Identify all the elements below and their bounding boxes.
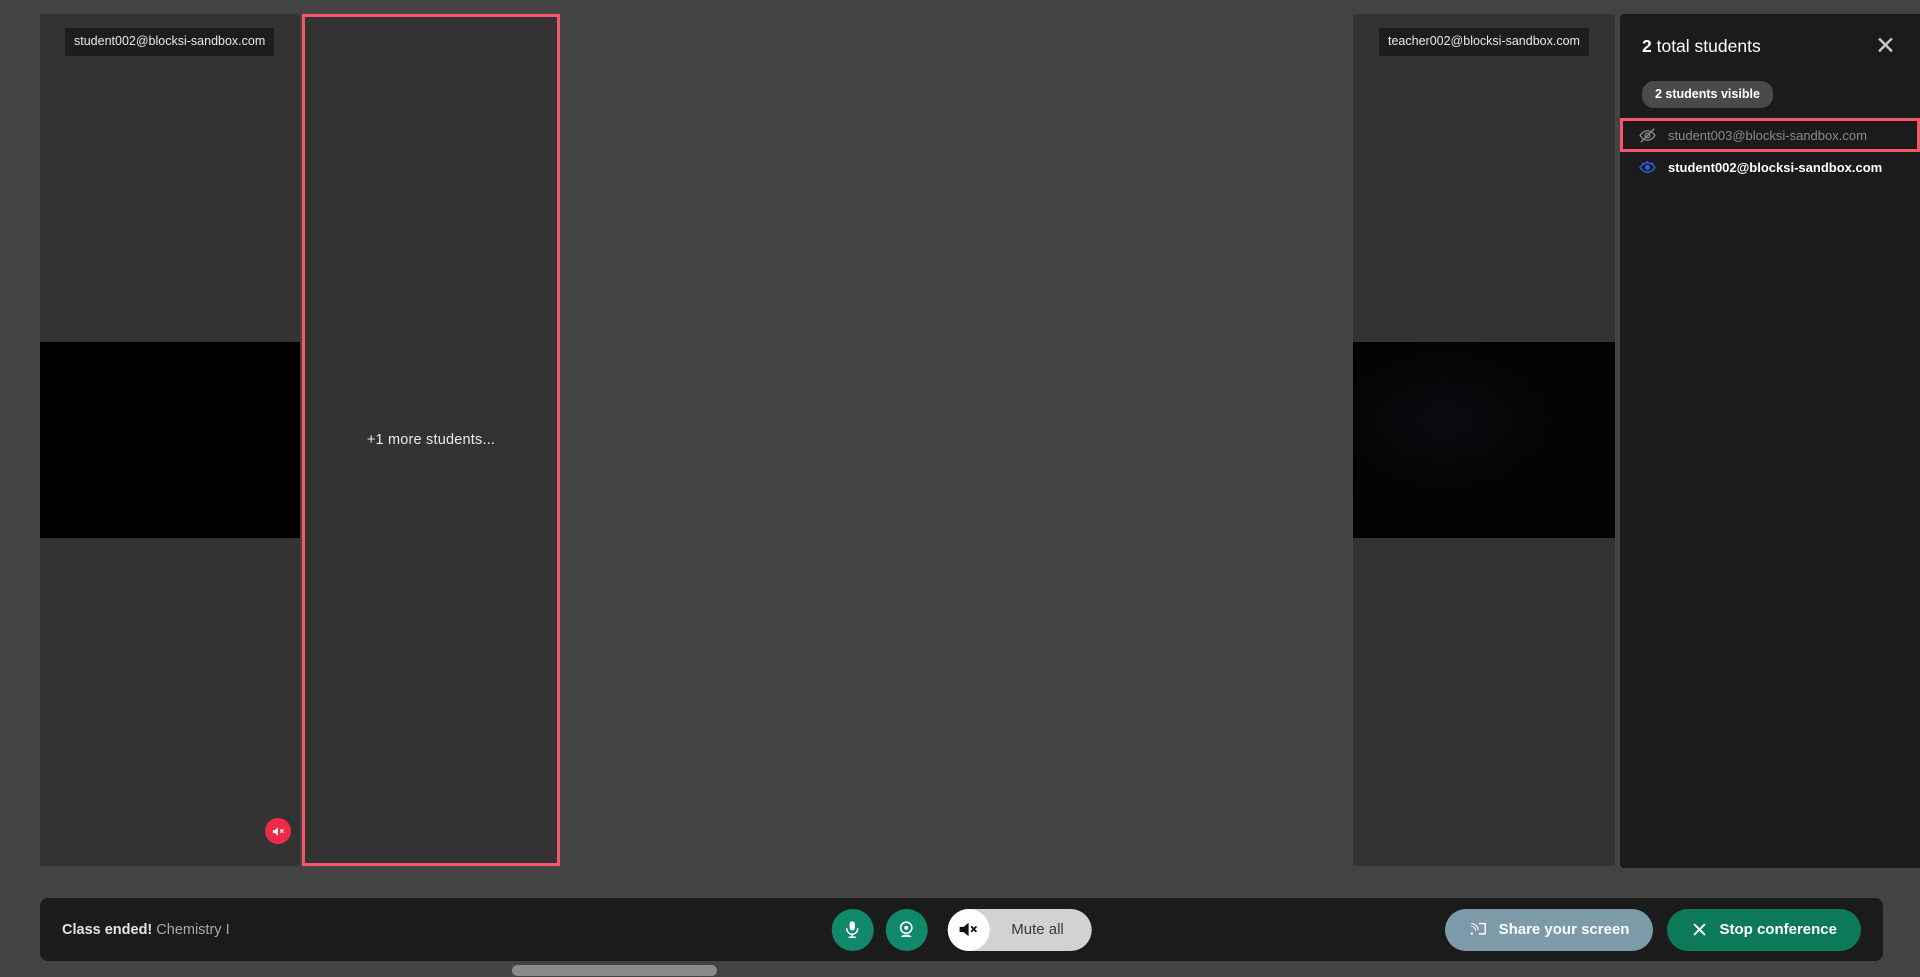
eye-off-icon[interactable]	[1638, 126, 1657, 145]
class-status: Class ended! Chemistry I	[62, 922, 230, 938]
student-email: student003@blocksi-sandbox.com	[1668, 127, 1867, 143]
students-panel-title: 2 total students	[1642, 36, 1761, 57]
list-item-student002[interactable]: student002@blocksi-sandbox.com	[1620, 152, 1920, 183]
screencast-icon	[1470, 922, 1486, 935]
session-controls: Share your screen Stop conference	[1444, 908, 1861, 951]
microphone-button[interactable]	[831, 908, 874, 951]
students-total-count: 2	[1642, 36, 1652, 56]
video-tile-more-students[interactable]: +1 more students...	[302, 14, 560, 866]
video-conference-app: student002@blocksi-sandbox.com +1 more s…	[0, 0, 1920, 977]
video-surface	[1353, 342, 1615, 538]
video-tile-label: teacher002@blocksi-sandbox.com	[1379, 28, 1589, 56]
stop-conference-button[interactable]: Stop conference	[1667, 908, 1861, 951]
video-surface	[40, 342, 300, 538]
close-x-icon	[1694, 923, 1706, 936]
webcam-icon	[899, 921, 913, 937]
student-email: student002@blocksi-sandbox.com	[1668, 160, 1883, 175]
video-tile-teacher002[interactable]: teacher002@blocksi-sandbox.com	[1353, 14, 1615, 866]
students-visible-badge: 2 students visible	[1642, 81, 1773, 108]
share-screen-button[interactable]: Share your screen	[1444, 908, 1654, 951]
mute-all-knob	[947, 908, 990, 951]
students-panel-header: 2 total students ✕	[1620, 14, 1920, 59]
stop-conference-label: Stop conference	[1719, 921, 1837, 938]
media-controls: Mute all	[831, 908, 1092, 951]
mute-all-button[interactable]: Mute all	[947, 908, 1092, 951]
video-tile-label: student002@blocksi-sandbox.com	[65, 28, 275, 56]
students-panel: 2 total students ✕ 2 students visible st…	[1620, 14, 1920, 868]
more-students-label: +1 more students...	[366, 432, 496, 448]
microphone-icon	[846, 921, 859, 938]
share-screen-label: Share your screen	[1498, 921, 1630, 938]
scrollbar-thumb[interactable]	[512, 965, 717, 976]
conference-toolbar: Class ended! Chemistry I Mute all Share …	[40, 898, 1883, 961]
student-list: student003@blocksi-sandbox.com student00…	[1620, 118, 1920, 183]
list-item-student003[interactable]: student003@blocksi-sandbox.com	[1620, 118, 1920, 152]
students-total-label: total students	[1651, 36, 1761, 56]
speaker-muted-icon	[959, 922, 977, 937]
eye-icon[interactable]	[1638, 158, 1657, 177]
webcam-button[interactable]	[885, 908, 928, 951]
video-stage: student002@blocksi-sandbox.com +1 more s…	[0, 0, 1620, 873]
muted-speaker-badge[interactable]	[265, 818, 291, 844]
mute-all-label: Mute all	[1011, 921, 1064, 938]
video-tile-student002[interactable]: student002@blocksi-sandbox.com	[40, 14, 300, 866]
class-status-subject: Chemistry I	[156, 921, 230, 938]
horizontal-scrollbar[interactable]	[0, 963, 1920, 977]
class-status-state: Class ended!	[62, 921, 153, 938]
close-icon[interactable]: ✕	[1873, 34, 1898, 59]
